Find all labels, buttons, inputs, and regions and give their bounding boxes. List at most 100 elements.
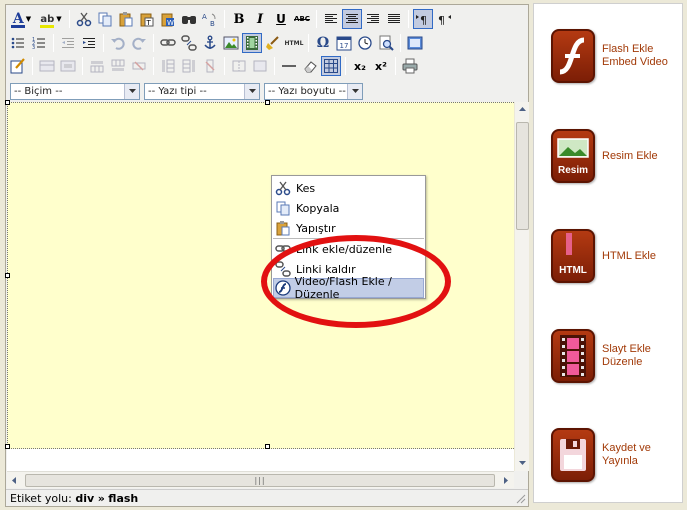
split-cells-button[interactable] — [229, 56, 249, 76]
clock-icon — [358, 36, 372, 50]
paste-text-button[interactable]: T — [137, 9, 157, 29]
merge-cells-button[interactable] — [250, 56, 270, 76]
anchor-button[interactable] — [200, 33, 220, 53]
scroll-up-icon[interactable] — [515, 102, 530, 117]
svg-text:T: T — [146, 19, 152, 27]
vertical-scrollbar[interactable] — [514, 102, 529, 471]
col-after-button[interactable] — [179, 56, 199, 76]
paste-text-icon: T — [140, 13, 154, 27]
scroll-left-icon[interactable] — [7, 473, 22, 488]
menu-item-copy[interactable]: Kopyala — [273, 198, 424, 218]
superscript-button[interactable]: x² — [371, 56, 391, 76]
editor-content-empty[interactable] — [7, 449, 514, 471]
indent-button[interactable] — [79, 33, 99, 53]
find-button[interactable] — [179, 9, 199, 29]
print-button[interactable] — [400, 56, 420, 76]
resize-handle[interactable] — [5, 273, 10, 278]
align-left-icon — [325, 14, 337, 23]
text-color-button[interactable]: A ▼ — [8, 9, 36, 29]
preview-button[interactable] — [376, 33, 396, 53]
align-left-button[interactable] — [321, 9, 341, 29]
media-button[interactable] — [242, 33, 262, 53]
copy-button[interactable] — [95, 9, 115, 29]
resize-grip-icon[interactable] — [516, 494, 526, 504]
resize-handle[interactable] — [5, 100, 10, 105]
replace-button[interactable]: AB — [200, 9, 220, 29]
paste-word-button[interactable]: W — [158, 9, 178, 29]
panel-item-flash[interactable]: Flash Ekle Embed Video — [551, 29, 672, 83]
menu-item-link[interactable]: Link ekle/düzenle — [273, 239, 424, 259]
strikethrough-button[interactable]: ABC — [292, 9, 312, 29]
path-separator: » — [97, 492, 105, 505]
redo-button[interactable] — [129, 33, 149, 53]
remove-format-button[interactable] — [300, 56, 320, 76]
rtl-button[interactable]: ¶ — [434, 9, 454, 29]
panel-item-slides[interactable]: Slayt Ekle Düzenle — [551, 329, 672, 383]
menu-item-cut[interactable]: Kes — [273, 178, 424, 198]
broom-icon — [266, 36, 279, 50]
format-select[interactable]: -- Biçim -- — [10, 82, 140, 100]
paste-icon — [119, 12, 133, 27]
cut-button[interactable] — [74, 9, 94, 29]
undo-button[interactable] — [108, 33, 128, 53]
font-select-value: -- Yazı tipi -- — [148, 85, 207, 97]
font-family-select[interactable]: -- Yazı tipi -- — [144, 82, 260, 100]
outdent-button[interactable] — [58, 33, 78, 53]
subscript-button[interactable]: x₂ — [350, 56, 370, 76]
copy-icon — [276, 201, 290, 216]
paste-button[interactable] — [116, 9, 136, 29]
image-button[interactable] — [221, 33, 241, 53]
panel-item-save[interactable]: Kaydet ve Yayınla — [551, 428, 672, 482]
row-after-button[interactable] — [108, 56, 128, 76]
horizontal-scrollbar[interactable]: ||| — [7, 471, 514, 488]
font-size-select[interactable]: -- Yazı boyutu -- — [264, 82, 363, 100]
superscript-icon: x² — [375, 59, 387, 73]
horizontal-rule-button[interactable] — [279, 56, 299, 76]
image-icon: Resim — [551, 129, 595, 183]
align-justify-button[interactable] — [384, 9, 404, 29]
fullscreen-button[interactable] — [405, 33, 425, 53]
insert-layer-button[interactable] — [37, 56, 57, 76]
ltr-button[interactable]: ¶ — [413, 9, 433, 29]
visual-aid-button[interactable] — [321, 56, 341, 76]
menu-item-label: Link ekle/düzenle — [296, 242, 392, 256]
delete-col-button[interactable] — [200, 56, 220, 76]
bullet-list-button[interactable] — [8, 33, 28, 53]
numbered-list-icon: 123 — [32, 37, 45, 51]
special-char-button[interactable]: Ω — [313, 33, 333, 53]
horizontal-scroll-thumb[interactable]: ||| — [25, 474, 495, 487]
align-center-button[interactable] — [342, 9, 362, 29]
panel-item-image[interactable]: Resim Resim Ekle — [551, 129, 672, 183]
path-element-div[interactable]: div — [75, 492, 94, 505]
highlight-color-button[interactable]: ab ▼ — [37, 9, 65, 29]
cleanup-button[interactable] — [263, 33, 283, 53]
menu-item-video-flash[interactable]: Video/Flash Ekle / Düzenle — [273, 275, 424, 301]
insert-date-button[interactable]: 17 — [334, 33, 354, 53]
delete-row-button[interactable] — [129, 56, 149, 76]
resize-handle[interactable] — [265, 100, 270, 105]
fullscreen-icon — [407, 36, 423, 50]
vertical-scroll-thumb[interactable] — [516, 122, 529, 230]
edit-css-button[interactable] — [8, 56, 28, 76]
numbered-list-button[interactable]: 123 — [29, 33, 49, 53]
panel-item-html[interactable]: HTML HTML Ekle — [551, 229, 672, 283]
editor-content-flash-object[interactable] — [5, 100, 514, 449]
menu-item-label: Kopyala — [296, 201, 340, 215]
unlink-button[interactable] — [179, 33, 199, 53]
menu-item-paste[interactable]: Yapıştır — [273, 218, 424, 238]
layer-props-button[interactable] — [58, 56, 78, 76]
html-source-button[interactable]: HTML — [284, 33, 304, 53]
scroll-down-icon[interactable] — [515, 456, 530, 471]
col-before-button[interactable] — [158, 56, 178, 76]
path-element-flash[interactable]: flash — [108, 492, 138, 505]
link-button[interactable] — [158, 33, 178, 53]
insert-time-button[interactable] — [355, 33, 375, 53]
scroll-right-icon[interactable] — [499, 473, 514, 488]
flash-icon — [275, 280, 291, 296]
bold-button[interactable]: B — [229, 9, 249, 29]
row-before-button[interactable] — [87, 56, 107, 76]
italic-button[interactable]: I — [250, 9, 270, 29]
underline-button[interactable]: U — [271, 9, 291, 29]
align-right-button[interactable] — [363, 9, 383, 29]
insert-panel: Flash Ekle Embed Video Resim Resim Ekle … — [533, 3, 683, 503]
